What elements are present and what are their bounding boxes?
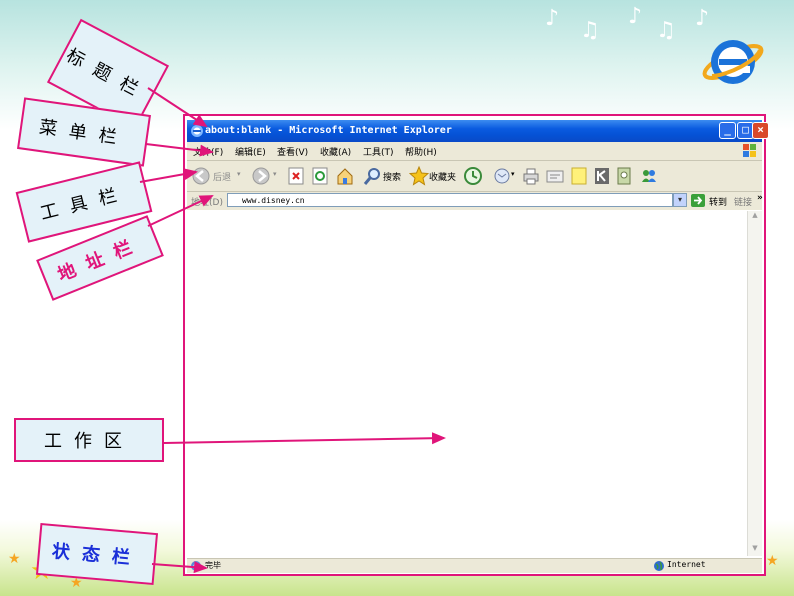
callout-status-bar: 状态栏 (35, 522, 159, 586)
music-note-icon: ♫ (580, 18, 600, 43)
print-icon[interactable] (521, 165, 541, 187)
back-label[interactable]: 后退 (213, 170, 231, 183)
stop-icon[interactable] (287, 165, 305, 187)
back-icon[interactable] (191, 165, 211, 187)
music-note-icon: ♪ (628, 4, 643, 29)
mail-dropdown-icon[interactable]: ▾ (511, 170, 515, 178)
search-icon[interactable] (363, 165, 383, 187)
menu-edit[interactable]: 编辑(E) (235, 145, 266, 158)
globe-icon (654, 561, 664, 571)
page-icon (191, 561, 201, 571)
menu-help[interactable]: 帮助(H) (405, 145, 437, 158)
refresh-icon[interactable] (311, 165, 329, 187)
minimize-button[interactable]: _ (719, 122, 736, 139)
back-dropdown-icon[interactable]: ▾ (237, 170, 241, 178)
menu-tools[interactable]: 工具(T) (363, 145, 394, 158)
favorites-icon[interactable] (409, 165, 429, 187)
status-bar: 完毕 Internet (187, 558, 762, 573)
vertical-scrollbar[interactable]: ▲ ▼ (747, 211, 762, 556)
search-label[interactable]: 搜索 (383, 170, 401, 183)
menu-bar: 文件(F) 编辑(E) 查看(V) 收藏(A) 工具(T) 帮助(H) (187, 142, 762, 161)
work-area[interactable]: ▲ ▼ (187, 211, 762, 556)
windows-flag-icon (743, 144, 756, 157)
forward-dropdown-icon[interactable]: ▾ (273, 170, 277, 178)
close-button[interactable]: × (752, 122, 769, 139)
address-dropdown-icon[interactable]: ▾ (673, 193, 687, 207)
address-label: 地址(D) (191, 198, 223, 208)
edit-icon[interactable] (545, 165, 565, 187)
music-note-icon: ♪ (545, 6, 560, 31)
star-icon: ★ (766, 553, 779, 569)
browser-window: about:blank - Microsoft Internet Explore… (183, 114, 769, 576)
menu-file[interactable]: 文件(F) (193, 145, 223, 158)
menu-view[interactable]: 查看(V) (277, 145, 308, 158)
title-bar: about:blank - Microsoft Internet Explore… (187, 120, 769, 142)
mail-icon[interactable] (493, 165, 513, 187)
scroll-down-icon[interactable]: ▼ (748, 544, 762, 556)
discuss-icon[interactable] (569, 165, 589, 187)
history-icon[interactable] (463, 165, 483, 187)
forward-icon[interactable] (251, 165, 271, 187)
menu-favorites[interactable]: 收藏(A) (320, 145, 351, 158)
star-icon: ★ (8, 551, 21, 567)
research-icon[interactable] (615, 165, 633, 187)
favorites-label[interactable]: 收藏夹 (429, 170, 456, 183)
links-button[interactable]: 链接 (734, 195, 752, 208)
links-more-icon[interactable]: » (757, 193, 763, 203)
window-title: about:blank - Microsoft Internet Explore… (205, 125, 452, 136)
msn-icon[interactable] (639, 165, 659, 187)
security-zone: Internet (667, 560, 706, 569)
callout-work-area: 工作区 (14, 418, 164, 462)
scroll-up-icon[interactable]: ▲ (748, 211, 762, 223)
status-text: 完毕 (205, 561, 221, 570)
address-input[interactable]: www.disney.cn (227, 193, 673, 207)
ie-logo-icon (702, 40, 764, 84)
tool-bar: 后退 ▾ ▾ 搜索 收藏夹 ▾ (187, 161, 762, 192)
go-button[interactable]: 转到 (709, 195, 727, 208)
messenger-icon[interactable] (593, 165, 611, 187)
ie-icon (191, 125, 203, 137)
music-note-icon: ♫ (656, 18, 676, 43)
home-icon[interactable] (335, 165, 355, 187)
address-bar: 地址(D) www.disney.cn ▾ 转到 链接 » (187, 192, 763, 210)
